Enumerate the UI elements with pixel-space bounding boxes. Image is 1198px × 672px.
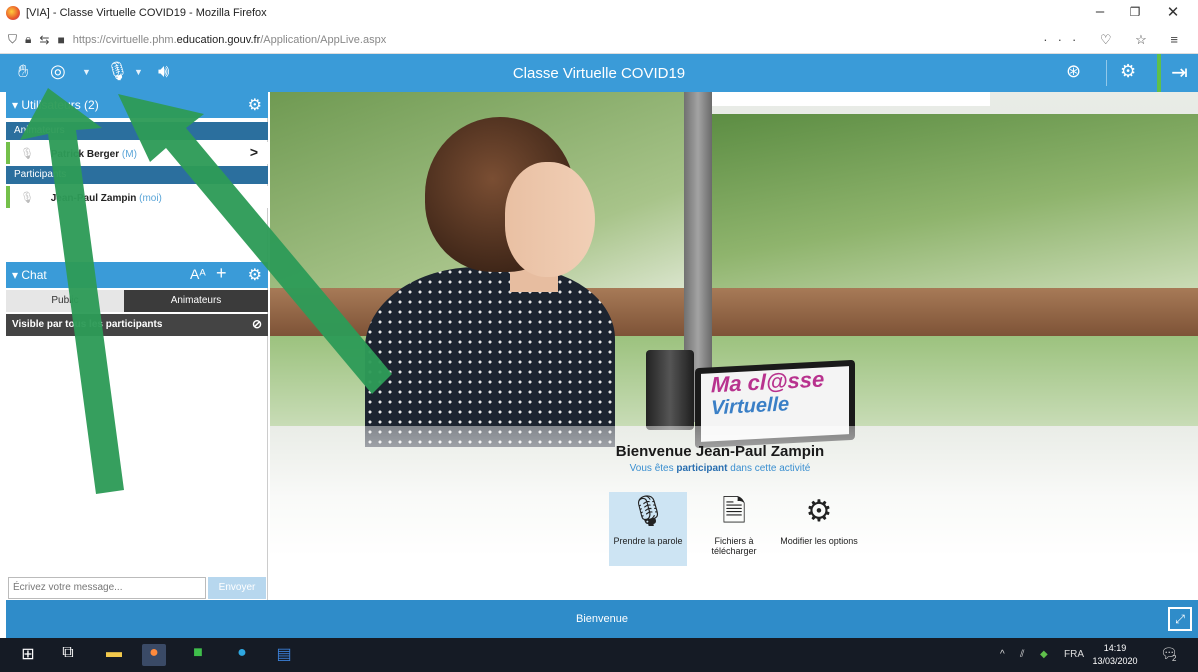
- left-panel: ▾ Utilisateurs (2) ⚙ Animateurs 🎙︎ Patri…: [6, 92, 268, 600]
- file-explorer-icon[interactable]: ▬: [102, 644, 126, 666]
- microphone-icon: 🎙︎: [20, 192, 34, 204]
- tab-public[interactable]: Public: [6, 290, 124, 312]
- language-indicator[interactable]: FRA: [1064, 649, 1084, 660]
- pin-icon[interactable]: ⊘: [252, 317, 262, 331]
- background-window: [710, 114, 1198, 290]
- options-label: Modifier les options: [780, 536, 858, 546]
- chat-header-label: ▾ Chat: [12, 268, 47, 282]
- welcome-title: Bienvenue Jean-Paul Zampin: [615, 443, 825, 460]
- download-files-label: Fichiers à télécharger: [711, 536, 757, 556]
- user-tag: (M): [121, 149, 137, 160]
- add-icon[interactable]: +: [216, 263, 227, 284]
- photo-mug: [646, 350, 694, 430]
- windows-start-icon[interactable]: ⊞: [16, 644, 40, 666]
- welcome-subtitle: Vous êtes participant dans cette activit…: [629, 463, 811, 474]
- browser-menu-icons[interactable]: ··· ♡ ☆ ≡: [1043, 32, 1188, 48]
- microphone-icon: 🎙︎: [20, 148, 34, 160]
- chevron-right-icon[interactable]: >: [250, 144, 258, 160]
- task-view-icon[interactable]: ⧉: [56, 644, 80, 666]
- network-icon[interactable]: ⫽: [1020, 649, 1024, 660]
- visibility-label: Visible par tous les participants: [12, 319, 163, 330]
- users-gear-icon[interactable]: ⚙: [248, 95, 262, 115]
- camera-permission-icon[interactable]: ■: [57, 33, 64, 47]
- download-files-button[interactable]: 🗎 Fichiers à télécharger: [695, 492, 773, 566]
- clock-time: 14:19: [1103, 643, 1127, 653]
- users-header-label: ▾ Utilisateurs (2): [12, 98, 99, 112]
- download-file-icon: 🗎: [721, 495, 747, 528]
- user-tag: (moi): [139, 193, 162, 204]
- app-title: Classe Virtuelle COVID19: [512, 65, 686, 82]
- app-icon-green[interactable]: ■: [186, 644, 210, 666]
- fullscreen-icon[interactable]: ⤢: [1168, 607, 1192, 631]
- window-titlebar: [VIA] - Classe Virtuelle COVID19 - Mozil…: [0, 0, 1198, 26]
- participants-subheader: Participants: [6, 166, 268, 184]
- options-button[interactable]: ⚙ Modifier les options: [780, 492, 858, 566]
- clock[interactable]: 14:19 13/03/2020: [1090, 642, 1140, 668]
- microphone-icon: 🎙︎: [628, 495, 668, 528]
- lock-icon[interactable]: 🔒︎: [25, 32, 31, 47]
- photo-person: [365, 267, 615, 447]
- animators-subheader: Animateurs: [6, 122, 268, 140]
- minimize-button[interactable]: –: [1085, 3, 1115, 20]
- footer-label: Bienvenue: [576, 613, 628, 625]
- windows-taskbar: ⊞ ⧉ ▬ ● ■ ● ▤ ^ ⫽ ◆ FRA 14:19 13/03/2020…: [0, 638, 1198, 672]
- clock-date: 13/03/2020: [1092, 656, 1138, 666]
- speak-button[interactable]: 🎙︎ Prendre la parole: [609, 492, 687, 566]
- user-name: Patrick Berger: [50, 149, 120, 160]
- user-name: Jean-Paul Zampin: [50, 193, 137, 204]
- shield-icon[interactable]: ⛉: [8, 32, 17, 47]
- chat-message-input[interactable]: Écrivez votre message...: [8, 577, 206, 599]
- chat-visibility-bar: Visible par tous les participants ⊘: [6, 314, 268, 336]
- firefox-taskbar-icon[interactable]: ●: [142, 644, 166, 666]
- font-size-icon[interactable]: Aᴬ: [190, 266, 206, 282]
- firefox-icon: [6, 6, 20, 20]
- user-row-participant[interactable]: 🎙︎ Jean-Paul Zampin (moi): [6, 186, 268, 208]
- speak-button-label: Prendre la parole: [613, 536, 683, 546]
- chat-gear-icon[interactable]: ⚙: [248, 265, 262, 285]
- skype-icon[interactable]: ●: [230, 644, 254, 666]
- url-text[interactable]: https://cvirtuelle.phm.education.gouv.fr…: [73, 34, 386, 46]
- settings-gear-icon[interactable]: ⚙: [1120, 61, 1136, 82]
- app-header: ✋︎ ◎ ▼ 🎙︎ ▼ 🔊︎ Classe Virtuelle COVID19 …: [0, 54, 1198, 92]
- users-header[interactable]: ▾ Utilisateurs (2) ⚙: [6, 92, 268, 118]
- footer-bar: Bienvenue ⤢: [6, 600, 1198, 638]
- tray-chevron-up-icon[interactable]: ^: [1000, 649, 1005, 660]
- status-icon[interactable]: ⊛: [1066, 61, 1081, 82]
- window-title: [VIA] - Classe Virtuelle COVID19 - Mozil…: [26, 7, 267, 19]
- tab-animateurs[interactable]: Animateurs: [124, 290, 268, 312]
- chat-header[interactable]: ▾ Chat Aᴬ + ⚙: [6, 262, 268, 288]
- close-button[interactable]: ✕: [1158, 3, 1188, 21]
- permissions-icon[interactable]: ⇆: [39, 33, 49, 47]
- send-button[interactable]: Envoyer: [208, 577, 266, 599]
- user-row-animator[interactable]: 🎙︎ Patrick Berger (M) >: [6, 142, 268, 164]
- notification-count: 2: [1172, 654, 1177, 663]
- document-icon[interactable]: ▤: [272, 644, 296, 666]
- restore-button[interactable]: ❐: [1120, 5, 1150, 19]
- tray-app-icon[interactable]: ◆: [1040, 649, 1048, 660]
- gear-icon: ⚙: [805, 495, 833, 528]
- exit-icon[interactable]: ⇥: [1157, 54, 1198, 92]
- url-bar[interactable]: ⛉ 🔒︎ ⇆ ■ https://cvirtuelle.phm.educatio…: [0, 26, 1198, 54]
